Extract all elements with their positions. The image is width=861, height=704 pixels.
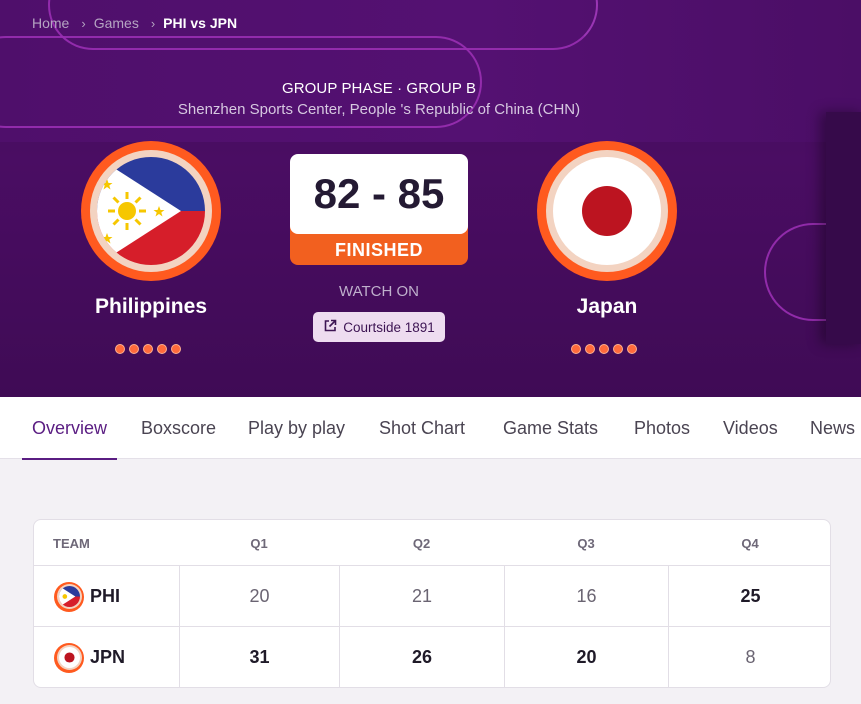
team-cell[interactable]: JPN bbox=[34, 627, 179, 687]
breadcrumb-games[interactable]: Games bbox=[94, 15, 139, 31]
breadcrumb: Home › Games › PHI vs JPN bbox=[32, 13, 237, 33]
away-team-logo[interactable] bbox=[537, 141, 677, 281]
quarter-score: 20 bbox=[504, 627, 668, 687]
tab-videos[interactable]: Videos bbox=[723, 397, 778, 459]
form-dot bbox=[171, 344, 181, 354]
table-row: JPN 31 26 20 8 bbox=[34, 627, 830, 687]
team-code: JPN bbox=[90, 647, 126, 667]
team-cell[interactable]: PHI bbox=[34, 566, 179, 627]
tab-photos[interactable]: Photos bbox=[634, 397, 690, 459]
match-phase: GROUP PHASE · GROUP B bbox=[281, 80, 477, 97]
quarter-score: 25 bbox=[668, 566, 830, 627]
form-dot bbox=[129, 344, 139, 354]
japan-flag-icon bbox=[54, 642, 84, 673]
quarter-score: 26 bbox=[339, 627, 504, 687]
quarter-score: 16 bbox=[504, 566, 668, 627]
match-hero: Home › Games › PHI vs JPN GROUP PHASE · … bbox=[0, 0, 861, 397]
column-header-q4: Q4 bbox=[741, 535, 759, 551]
japan-flag-icon bbox=[553, 157, 661, 265]
table-header: TEAM Q1 Q2 Q3 Q4 bbox=[34, 520, 830, 566]
watch-button-label: Courtside 1891 bbox=[343, 319, 435, 335]
tab-news[interactable]: News bbox=[810, 397, 855, 459]
form-dot bbox=[571, 344, 581, 354]
scoreboard: 82 - 85 FINISHED bbox=[290, 154, 468, 265]
quarter-score: 20 bbox=[179, 566, 339, 627]
quarter-score: 21 bbox=[339, 566, 504, 627]
table-row: PHI 20 21 16 25 bbox=[34, 566, 830, 627]
side-panel-edge bbox=[826, 112, 861, 344]
quarter-score: 31 bbox=[179, 627, 339, 687]
tab-shot-chart[interactable]: Shot Chart bbox=[379, 397, 465, 459]
form-dot bbox=[143, 344, 153, 354]
away-team-name[interactable]: Japan bbox=[507, 295, 707, 319]
tab-play-by-play[interactable]: Play by play bbox=[248, 397, 345, 459]
chevron-right-icon: › bbox=[81, 15, 86, 31]
form-dot bbox=[115, 344, 125, 354]
tab-overview[interactable]: Overview bbox=[21, 397, 118, 460]
team-code: PHI bbox=[90, 586, 121, 606]
form-dot bbox=[613, 344, 623, 354]
column-header-team: TEAM bbox=[53, 535, 90, 551]
philippines-flag-icon bbox=[54, 581, 84, 612]
final-score: 82 - 85 bbox=[290, 154, 468, 234]
home-team-name[interactable]: Philippines bbox=[51, 295, 251, 319]
external-link-icon bbox=[323, 319, 337, 336]
column-header-q1: Q1 bbox=[250, 535, 268, 551]
form-dot bbox=[157, 344, 167, 354]
watch-on-label: WATCH ON bbox=[339, 283, 419, 300]
away-form-dots bbox=[571, 344, 637, 354]
breadcrumb-home[interactable]: Home bbox=[32, 15, 69, 31]
philippines-flag-icon bbox=[97, 157, 205, 265]
tab-game-stats[interactable]: Game Stats bbox=[503, 397, 598, 459]
column-header-q3: Q3 bbox=[577, 535, 595, 551]
form-dot bbox=[585, 344, 595, 354]
quarter-scores-table: TEAM Q1 Q2 Q3 Q4 PHI 20 21 16 25 JPN 31 … bbox=[33, 519, 831, 688]
form-dot bbox=[599, 344, 609, 354]
chevron-right-icon: › bbox=[150, 15, 156, 31]
form-dot bbox=[627, 344, 637, 354]
quarter-score: 8 bbox=[668, 627, 830, 687]
courtside-watch-button[interactable]: Courtside 1891 bbox=[313, 312, 445, 342]
column-header-q2: Q2 bbox=[412, 535, 431, 551]
match-venue: Shenzhen Sports Center, People 's Republ… bbox=[177, 101, 581, 118]
home-team-logo[interactable] bbox=[81, 141, 221, 281]
tab-boxscore[interactable]: Boxscore bbox=[141, 397, 216, 459]
match-tabs: Overview Boxscore Play by play Shot Char… bbox=[0, 397, 861, 460]
breadcrumb-current: PHI vs JPN bbox=[163, 15, 238, 31]
home-form-dots bbox=[115, 344, 181, 354]
